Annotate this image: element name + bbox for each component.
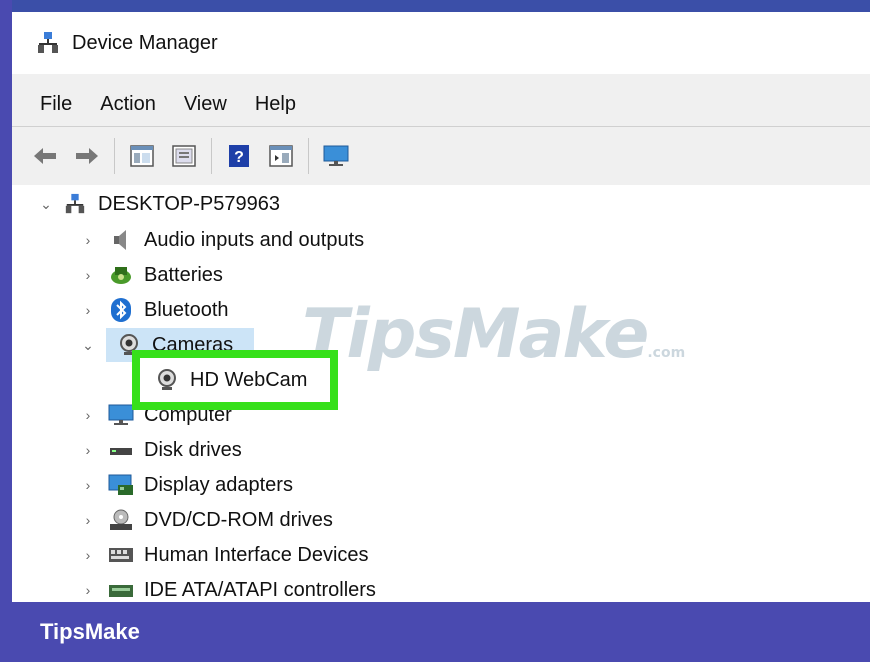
chevron-right-icon[interactable]: ›: [80, 302, 96, 318]
toolbar: ?: [12, 126, 870, 186]
menu-file[interactable]: File: [12, 93, 86, 116]
chevron-right-icon[interactable]: ›: [80, 442, 96, 458]
footer-brand: TipsMake: [40, 619, 140, 644]
chevron-right-icon[interactable]: ›: [80, 232, 96, 248]
tree-item-label: IDE ATA/ATAPI controllers: [144, 578, 376, 601]
tree-item-label: Human Interface Devices: [144, 543, 369, 566]
tree-item-label: Audio inputs and outputs: [144, 228, 365, 251]
chevron-right-icon[interactable]: ›: [80, 582, 96, 598]
chevron-down-icon[interactable]: ⌄: [38, 196, 54, 213]
tree-item-disk-drives[interactable]: › Disk drives: [80, 433, 242, 467]
svg-text:?: ?: [234, 149, 244, 166]
webcam-icon: [154, 367, 180, 393]
device-manager-icon: [38, 32, 58, 53]
tree-item-audio[interactable]: › Audio inputs and outputs: [80, 223, 365, 257]
tree-item-label: Display adapters: [144, 473, 293, 496]
footer-banner: TipsMake: [0, 602, 870, 662]
tree-item-ide[interactable]: › IDE ATA/ATAPI controllers: [80, 573, 376, 602]
tree-root[interactable]: ⌄ DESKTOP-P579963: [38, 187, 280, 221]
display-adapter-icon: [108, 472, 134, 498]
menu-view[interactable]: View: [170, 93, 241, 116]
properties-button[interactable]: [171, 143, 197, 169]
chevron-right-icon[interactable]: ›: [80, 407, 96, 423]
monitor-icon: [323, 145, 349, 166]
details-pane-button[interactable]: [268, 143, 294, 169]
back-button[interactable]: [32, 143, 58, 169]
disk-drive-icon: [108, 437, 134, 463]
show-hide-tree-icon: [130, 145, 154, 167]
hid-icon: [108, 542, 134, 568]
back-icon: [34, 148, 56, 164]
tree-item-bluetooth[interactable]: › Bluetooth: [80, 293, 229, 327]
menu-action[interactable]: Action: [86, 93, 170, 116]
chevron-right-icon[interactable]: ›: [80, 547, 96, 563]
hd-webcam-item[interactable]: HD WebCam: [132, 350, 338, 410]
toolbar-separator: [211, 138, 212, 174]
details-pane-icon: [269, 145, 293, 167]
help-button[interactable]: ?: [226, 143, 252, 169]
chevron-right-icon[interactable]: ›: [80, 267, 96, 283]
forward-button[interactable]: [74, 143, 100, 169]
battery-icon: [108, 262, 134, 288]
watermark: TipsMake.com: [302, 295, 686, 374]
computer-icon: [108, 402, 134, 428]
speaker-icon: [108, 227, 134, 253]
chevron-right-icon[interactable]: ›: [80, 477, 96, 493]
monitor-button[interactable]: [323, 143, 349, 169]
forward-icon: [76, 148, 98, 164]
toolbar-separator: [114, 138, 115, 174]
menu-bar: File Action View Help: [12, 82, 870, 126]
menu-help[interactable]: Help: [241, 93, 310, 116]
tree-item-display-adapters[interactable]: › Display adapters: [80, 468, 293, 502]
window-top-strip: [12, 0, 870, 12]
properties-icon: [172, 145, 196, 167]
tree-item-label: Bluetooth: [144, 298, 229, 321]
tree-root-label: DESKTOP-P579963: [98, 192, 280, 215]
computer-network-icon: [62, 191, 88, 217]
tree-item-hid[interactable]: › Human Interface Devices: [80, 538, 369, 572]
bluetooth-icon: [108, 297, 134, 323]
window-title: Device Manager: [72, 31, 218, 54]
tree-item-batteries[interactable]: › Batteries: [80, 258, 223, 292]
chevron-down-icon[interactable]: ⌄: [80, 337, 96, 354]
tree-item-dvd-drives[interactable]: › DVD/CD-ROM drives: [80, 503, 333, 537]
tree-item-label: Batteries: [144, 263, 223, 286]
tree-item-label: DVD/CD-ROM drives: [144, 508, 333, 531]
device-manager-window: Device Manager File Action View Help ? ⌄…: [12, 0, 870, 602]
title-bar: Device Manager: [12, 12, 870, 74]
ide-controller-icon: [108, 577, 134, 602]
chevron-right-icon[interactable]: ›: [80, 512, 96, 528]
toolbar-separator: [308, 138, 309, 174]
tree-item-label: Disk drives: [144, 438, 242, 461]
hd-webcam-label: HD WebCam: [190, 368, 308, 391]
dvd-drive-icon: [108, 507, 134, 533]
help-icon: ?: [229, 145, 249, 167]
show-hide-tree-button[interactable]: [129, 143, 155, 169]
